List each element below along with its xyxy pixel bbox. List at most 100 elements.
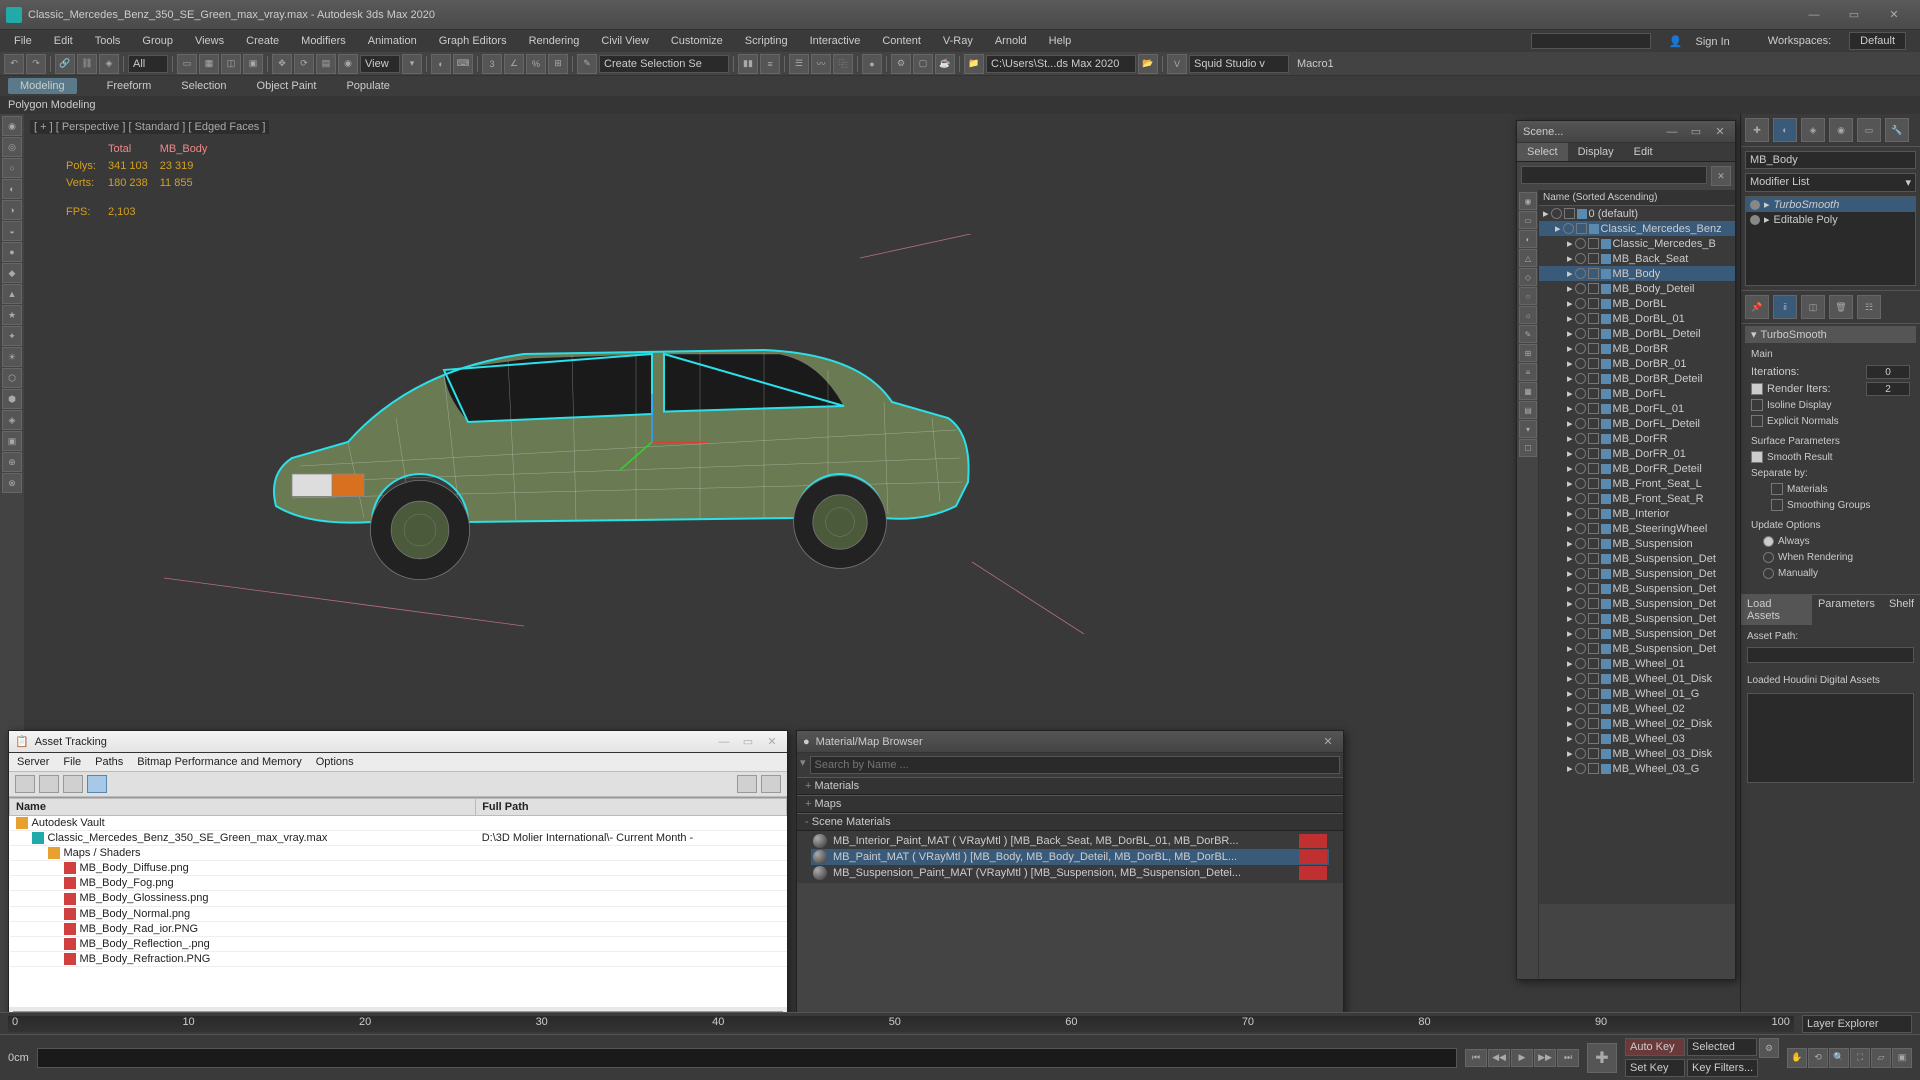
nav-pan-button[interactable]: ✋: [1787, 1048, 1807, 1068]
se-tool-1[interactable]: ◉: [1519, 192, 1537, 210]
nav-max-button[interactable]: ▣: [1892, 1048, 1912, 1068]
configure-button[interactable]: ☷: [1857, 295, 1881, 319]
place-button[interactable]: ◉: [338, 54, 358, 74]
ltool-7[interactable]: ●: [2, 242, 22, 262]
freeze-icon[interactable]: [1588, 388, 1599, 399]
bulb-icon[interactable]: [1750, 200, 1760, 210]
asset-menu-server[interactable]: Server: [17, 756, 49, 768]
ltool-6[interactable]: ◒: [2, 221, 22, 241]
scene-item[interactable]: ▸MB_Suspension: [1539, 536, 1735, 551]
menu-civilview[interactable]: Civil View: [591, 33, 658, 49]
curve-editor-button[interactable]: 〰: [811, 54, 831, 74]
visibility-icon[interactable]: [1551, 208, 1562, 219]
scene-item[interactable]: ▸Classic_Mercedes_B: [1539, 236, 1735, 251]
scale-button[interactable]: ▤: [316, 54, 336, 74]
window-crossing-button[interactable]: ▣: [243, 54, 263, 74]
asset-row[interactable]: MB_Body_Diffuse.png: [10, 861, 787, 876]
visibility-icon[interactable]: [1575, 298, 1586, 309]
asset-row[interactable]: Maps / Shaders: [10, 846, 787, 861]
scene-item[interactable]: ▸MB_DorFL_01: [1539, 401, 1735, 416]
freeze-icon[interactable]: [1588, 508, 1599, 519]
visibility-icon[interactable]: [1575, 613, 1586, 624]
freeze-icon[interactable]: [1588, 703, 1599, 714]
asset-menu-options[interactable]: Options: [316, 756, 354, 768]
next-frame-button[interactable]: ▶▶: [1534, 1049, 1556, 1067]
freeze-icon[interactable]: [1588, 628, 1599, 639]
freeze-icon[interactable]: [1588, 748, 1599, 759]
ribbon-tab-modeling[interactable]: Modeling: [8, 78, 77, 94]
quick-search-input[interactable]: [1531, 33, 1651, 49]
visibility-icon[interactable]: [1575, 673, 1586, 684]
bind-button[interactable]: ◈: [99, 54, 119, 74]
mat-cat-materials[interactable]: Materials: [797, 777, 1343, 795]
asset-row[interactable]: MB_Body_Fog.png: [10, 876, 787, 891]
asset-btn-3[interactable]: [63, 775, 83, 793]
visibility-icon[interactable]: [1575, 538, 1586, 549]
menu-customize[interactable]: Customize: [661, 33, 733, 49]
nav-zoomext-button[interactable]: ⛶: [1850, 1048, 1870, 1068]
redo-button[interactable]: ↷: [26, 54, 46, 74]
ltool-17[interactable]: ⊕: [2, 452, 22, 472]
show-end-button[interactable]: ⅱ: [1773, 295, 1797, 319]
workspace-dropdown[interactable]: Default: [1849, 32, 1906, 50]
visibility-icon[interactable]: [1575, 508, 1586, 519]
se-tool-6[interactable]: ○: [1519, 287, 1537, 305]
asset-btn-r2[interactable]: [761, 775, 781, 793]
freeze-icon[interactable]: [1588, 328, 1599, 339]
rollout-turbosmooth[interactable]: ▾TurboSmooth: [1745, 326, 1916, 343]
scene-item[interactable]: ▸MB_Wheel_02: [1539, 701, 1735, 716]
ltool-12[interactable]: ☀: [2, 347, 22, 367]
se-tool-8[interactable]: ✎: [1519, 325, 1537, 343]
freeze-icon[interactable]: [1564, 208, 1575, 219]
vray-menu-button[interactable]: V: [1167, 54, 1187, 74]
ltool-16[interactable]: ▣: [2, 431, 22, 451]
set-key-big-button[interactable]: ✚: [1587, 1043, 1617, 1073]
keyboard-button[interactable]: ⌨: [453, 54, 473, 74]
ltool-9[interactable]: ▲: [2, 284, 22, 304]
scene-item[interactable]: ▸MB_Suspension_Det: [1539, 581, 1735, 596]
material-row[interactable]: MB_Paint_MAT ( VRayMtl ) [MB_Body, MB_Bo…: [811, 849, 1329, 865]
visibility-icon[interactable]: [1563, 223, 1574, 234]
smooth-result-checkbox[interactable]: Smooth Result: [1751, 450, 1910, 466]
ribbon-tab-objectpaint[interactable]: Object Paint: [257, 80, 317, 92]
visibility-icon[interactable]: [1575, 463, 1586, 474]
ltool-2[interactable]: ◎: [2, 137, 22, 157]
visibility-icon[interactable]: [1575, 688, 1586, 699]
display-tab-icon[interactable]: ▭: [1857, 118, 1881, 142]
make-unique-button[interactable]: ◫: [1801, 295, 1825, 319]
percent-snap-button[interactable]: %: [526, 54, 546, 74]
project-set-button[interactable]: 📂: [1138, 54, 1158, 74]
asset-btn-2[interactable]: [39, 775, 59, 793]
visibility-icon[interactable]: [1575, 388, 1586, 399]
goto-end-button[interactable]: ⏭: [1557, 1049, 1579, 1067]
link-button[interactable]: 🔗: [55, 54, 75, 74]
visibility-icon[interactable]: [1575, 718, 1586, 729]
scene-item[interactable]: ▸MB_Wheel_02_Disk: [1539, 716, 1735, 731]
freeze-icon[interactable]: [1588, 253, 1599, 264]
minimize-button[interactable]: —: [1794, 1, 1834, 29]
visibility-icon[interactable]: [1575, 358, 1586, 369]
scene-search-clear[interactable]: ✕: [1711, 166, 1731, 186]
ltool-18[interactable]: ⊗: [2, 473, 22, 493]
update-render-radio[interactable]: When Rendering: [1763, 550, 1910, 566]
asset-row[interactable]: Autodesk Vault: [10, 816, 787, 831]
time-slider[interactable]: 0102030405060708090100: [8, 1016, 1794, 1032]
asset-min-button[interactable]: —: [715, 736, 733, 748]
ltool-13[interactable]: ⬡: [2, 368, 22, 388]
sep-materials-checkbox[interactable]: Materials: [1771, 482, 1910, 498]
autokey-button[interactable]: Auto Key: [1625, 1038, 1685, 1056]
visibility-icon[interactable]: [1575, 553, 1586, 564]
goto-start-button[interactable]: ⏮: [1465, 1049, 1487, 1067]
hda-list[interactable]: [1747, 693, 1914, 783]
ltool-10[interactable]: ★: [2, 305, 22, 325]
visibility-icon[interactable]: [1575, 493, 1586, 504]
maxscript-listener[interactable]: [37, 1048, 1457, 1068]
freeze-icon[interactable]: [1588, 613, 1599, 624]
menu-group[interactable]: Group: [132, 33, 183, 49]
scene-item[interactable]: ▸MB_DorBL_Deteil: [1539, 326, 1735, 341]
scene-item[interactable]: ▸MB_Body_Deteil: [1539, 281, 1735, 296]
visibility-icon[interactable]: [1575, 478, 1586, 489]
ltool-15[interactable]: ◈: [2, 410, 22, 430]
ltool-4[interactable]: ◐: [2, 179, 22, 199]
select-button[interactable]: ▭: [177, 54, 197, 74]
